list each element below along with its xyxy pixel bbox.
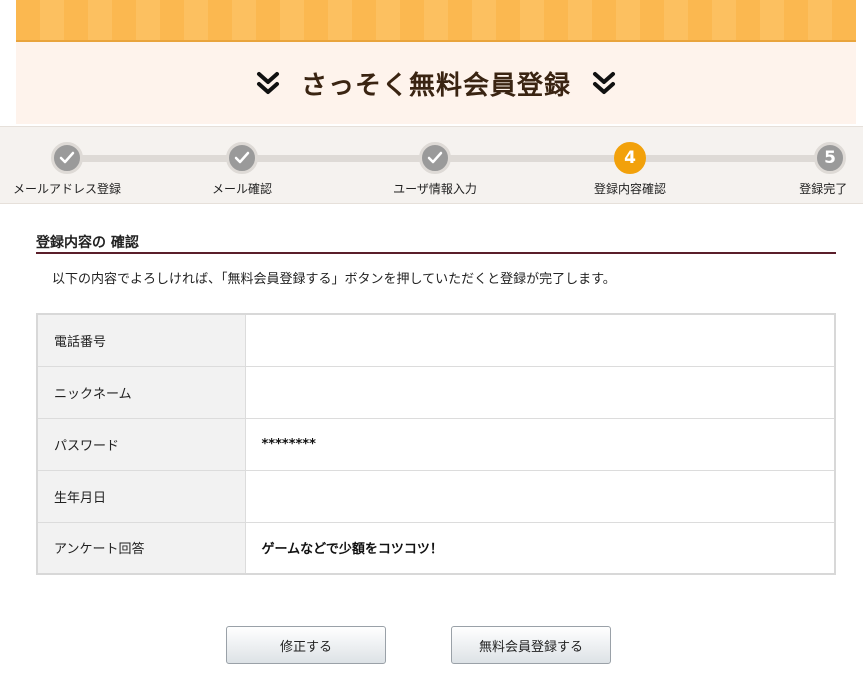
step-label: メール確認 bbox=[211, 182, 273, 196]
step-label: ユーザ情報入力 bbox=[393, 182, 477, 196]
field-value: ゲームなどで少額をコツコツ！ bbox=[261, 542, 443, 558]
field-value bbox=[245, 470, 835, 523]
step-number-badge: 4 bbox=[614, 142, 646, 174]
field-label: ニックネーム bbox=[37, 366, 246, 419]
progress-steps: メールアドレス登録 メール確認 ユーザ情報入力 4 登録内容確認 5 登録完了 bbox=[0, 126, 863, 204]
edit-button[interactable]: 修正する bbox=[226, 626, 386, 664]
field-value bbox=[245, 314, 835, 367]
field-label: パスワード bbox=[37, 418, 246, 471]
field-label: 電話番号 bbox=[37, 314, 246, 367]
intro-text: 以下の内容でよろしければ、「無料会員登録する」ボタンを押していただくと登録が完了… bbox=[52, 272, 616, 287]
top-decorative-band bbox=[16, 0, 856, 42]
field-value: ******** bbox=[245, 418, 835, 471]
page-title: さっそく無料会員登録 bbox=[300, 70, 571, 101]
section-heading: 登録内容の 確認 bbox=[36, 232, 836, 254]
checkmark-icon bbox=[51, 142, 83, 174]
register-button[interactable]: 無料会員登録する bbox=[451, 626, 611, 664]
field-value bbox=[245, 366, 835, 419]
step-label: メールアドレス登録 bbox=[12, 182, 122, 196]
step-label: 登録内容確認 bbox=[593, 182, 667, 196]
field-label: アンケート回答 bbox=[37, 522, 246, 574]
table-row: アンケート回答 ゲームなどで少額をコツコツ！ bbox=[37, 522, 835, 574]
double-chevron-down-icon bbox=[255, 70, 281, 96]
confirmation-table: 電話番号 ニックネーム パスワード ******** 生年月日 アンケート回答 … bbox=[36, 313, 836, 575]
checkmark-icon bbox=[419, 142, 451, 174]
field-label: 生年月日 bbox=[37, 470, 246, 523]
table-row: 生年月日 bbox=[37, 470, 835, 523]
step-number-badge: 5 bbox=[814, 142, 846, 174]
title-panel: さっそく無料会員登録 bbox=[16, 42, 856, 124]
table-row: ニックネーム bbox=[37, 366, 835, 419]
checkmark-icon bbox=[226, 142, 258, 174]
table-row: パスワード ******** bbox=[37, 418, 835, 471]
double-chevron-down-icon bbox=[591, 70, 617, 96]
step-label: 登録完了 bbox=[799, 182, 848, 196]
table-row: 電話番号 bbox=[37, 314, 835, 367]
